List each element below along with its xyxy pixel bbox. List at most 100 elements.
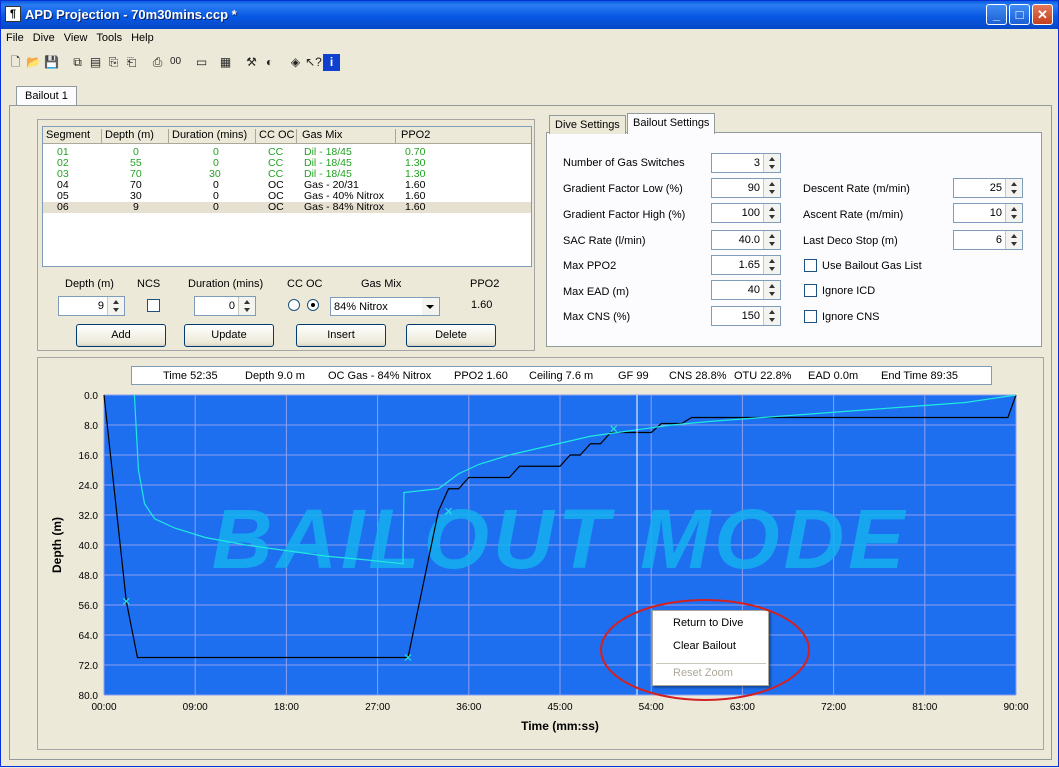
copy-dive-icon[interactable]: ⧉ (69, 54, 86, 71)
menu-dive[interactable]: Dive (28, 29, 59, 44)
app-icon[interactable]: ¶ (5, 6, 21, 22)
table-row[interactable]: 05 30 0 OC Gas - 40% Nitrox 1.60 (43, 191, 531, 202)
book-icon[interactable]: ◈ (287, 54, 304, 71)
maximize-button[interactable]: □ (1009, 4, 1030, 25)
title-bar[interactable]: ¶ APD Projection - 70m30mins.ccp * _ □ ✕ (1, 1, 1058, 29)
spin-arrows-icon[interactable] (763, 231, 780, 249)
ignore-cns-checkbox[interactable] (804, 310, 817, 323)
delete-button[interactable]: Delete (406, 324, 496, 347)
tab-bailout-1[interactable]: Bailout 1 (16, 86, 77, 106)
add-button[interactable]: Add (76, 324, 166, 347)
gf-high-value: 100 (741, 207, 760, 219)
status-ead: EAD 0.0m (808, 370, 859, 382)
report-icon[interactable]: ▭ (193, 54, 210, 71)
print-icon[interactable]: ⎙ (149, 54, 166, 71)
tab-bailout-settings[interactable]: Bailout Settings (627, 113, 716, 134)
spin-arrows-icon[interactable] (1005, 179, 1022, 197)
num-gas-switches-stepper[interactable]: 3 (711, 153, 781, 173)
num-gas-switches-label: Number of Gas Switches (563, 157, 685, 169)
return-to-dive-menu-item[interactable]: Return to Dive (673, 617, 743, 629)
descent-rate-value: 25 (989, 182, 1002, 194)
max-cns-stepper[interactable]: 150 (711, 306, 781, 326)
spin-arrows-icon[interactable] (1005, 204, 1022, 222)
gf-low-stepper[interactable]: 90 (711, 178, 781, 198)
table-row[interactable]: 01 0 0 CC Dil - 18/45 0.70 (43, 147, 531, 158)
export-icon[interactable]: ⎘ (105, 54, 122, 71)
menu-file[interactable]: File (1, 29, 28, 44)
context-help-icon[interactable]: ↖? (305, 54, 322, 71)
spin-arrows-icon[interactable] (1005, 231, 1022, 249)
last-deco-stop-stepper[interactable]: 6 (953, 230, 1023, 250)
sac-rate-value: 40.0 (738, 234, 760, 246)
gf-high-label: Gradient Factor High (%) (563, 209, 686, 221)
oc-radio[interactable] (307, 299, 319, 311)
ignore-icd-checkbox[interactable] (804, 284, 817, 297)
units-icon[interactable]: 00 (167, 54, 184, 71)
gf-high-stepper[interactable]: 100 (711, 203, 781, 223)
depth-stepper[interactable]: 9 (58, 296, 125, 316)
menu-help[interactable]: Help (126, 29, 158, 44)
menu-bar: File Dive View Tools Help (1, 29, 1058, 48)
menu-view[interactable]: View (59, 29, 92, 44)
ascent-rate-stepper[interactable]: 10 (953, 203, 1023, 223)
save-icon[interactable]: 💾 (43, 54, 60, 71)
cc-radio[interactable] (288, 299, 300, 311)
segment-table-header: Segment Depth (m) Duration (mins) CC OC … (43, 127, 531, 144)
gas-mix-select[interactable]: 84% Nitrox (330, 297, 440, 316)
chevron-down-icon[interactable] (422, 298, 439, 315)
table-row[interactable]: 02 55 0 CC Dil - 18/45 1.30 (43, 158, 531, 169)
gf-low-label: Gradient Factor Low (%) (563, 183, 683, 195)
sac-rate-stepper[interactable]: 40.0 (711, 230, 781, 250)
spin-arrows-icon[interactable] (763, 204, 780, 222)
menu-tools[interactable]: Tools (91, 29, 126, 44)
segment-table[interactable]: Segment Depth (m) Duration (mins) CC OC … (42, 126, 532, 267)
spin-arrows-icon[interactable] (238, 297, 255, 315)
window-title: APD Projection - 70m30mins.ccp * (25, 7, 237, 22)
col-ppo2[interactable]: PPO2 (401, 129, 531, 143)
info-icon[interactable]: i (323, 54, 340, 71)
minimize-button[interactable]: _ (986, 4, 1007, 25)
spin-arrows-icon[interactable] (107, 297, 124, 315)
open-folder-icon[interactable]: 📂 (25, 54, 42, 71)
spin-arrows-icon[interactable] (763, 256, 780, 274)
max-ead-stepper[interactable]: 40 (711, 280, 781, 300)
close-button[interactable]: ✕ (1032, 4, 1053, 25)
status-ppo2: PPO2 1.60 (454, 370, 508, 382)
insert-button[interactable]: Insert (296, 324, 386, 347)
import-icon[interactable]: ⎗ (123, 54, 140, 71)
paste-dive-icon[interactable]: ▤ (87, 54, 104, 71)
internet-icon[interactable]: ◐ (261, 54, 278, 71)
col-gas-mix[interactable]: Gas Mix (302, 129, 396, 143)
clear-bailout-menu-item[interactable]: Clear Bailout (673, 640, 736, 652)
spin-arrows-icon[interactable] (763, 179, 780, 197)
max-ppo2-stepper[interactable]: 1.65 (711, 255, 781, 275)
col-segment[interactable]: Segment (46, 129, 102, 143)
tab-dive-settings[interactable]: Dive Settings (549, 115, 626, 134)
cell-ccoc: OC (268, 201, 284, 213)
tools-icon[interactable]: ⚒ (243, 54, 260, 71)
table-row-selected[interactable]: 06 9 0 OC Gas - 84% Nitrox 1.60 (43, 202, 531, 213)
max-cns-label: Max CNS (%) (563, 311, 631, 323)
use-bailout-gas-checkbox[interactable] (804, 259, 817, 272)
status-ceiling: Ceiling 7.6 m (529, 370, 594, 382)
col-depth[interactable]: Depth (m) (105, 129, 169, 143)
depth-label: Depth (m) (65, 278, 114, 290)
col-ccoc[interactable]: CC OC (259, 129, 297, 143)
table-row[interactable]: 04 70 0 OC Gas - 20/31 1.60 (43, 180, 531, 191)
spin-arrows-icon[interactable] (763, 154, 780, 172)
duration-stepper[interactable]: 0 (194, 296, 256, 316)
cell-ppo2: 1.60 (405, 201, 426, 213)
update-button[interactable]: Update (184, 324, 274, 347)
spin-arrows-icon[interactable] (763, 281, 780, 299)
new-file-icon[interactable]: 🗋 (7, 54, 24, 71)
status-cns: CNS 28.8% (669, 370, 727, 382)
spin-arrows-icon[interactable] (763, 307, 780, 325)
dive-profile-frame (37, 357, 1044, 750)
table-row[interactable]: 03 70 30 CC Dil - 18/45 1.30 (43, 169, 531, 180)
table-icon[interactable]: ▦ (217, 54, 234, 71)
ppo2-value: 1.60 (471, 299, 493, 311)
col-duration[interactable]: Duration (mins) (172, 129, 256, 143)
context-menu: Return to Dive Clear Bailout Reset Zoom (652, 610, 769, 686)
ncs-checkbox[interactable] (147, 299, 160, 312)
descent-rate-stepper[interactable]: 25 (953, 178, 1023, 198)
